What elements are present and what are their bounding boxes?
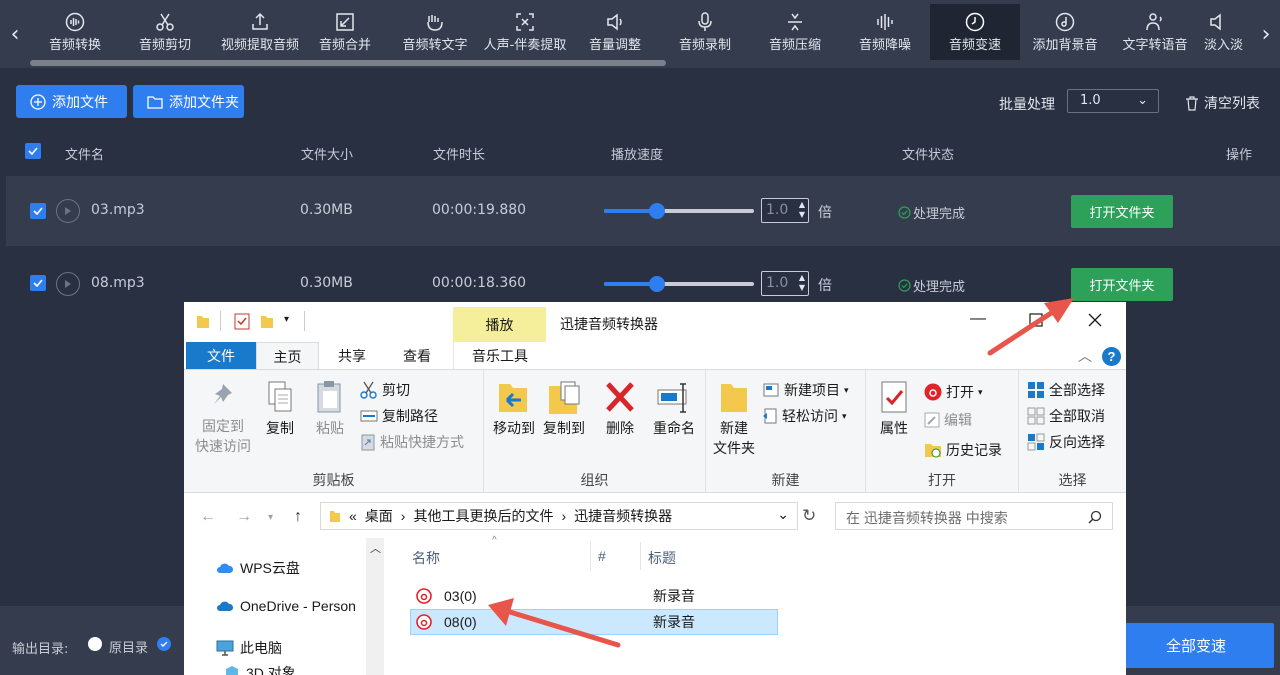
red-arrow-icon: [987, 298, 1074, 356]
annotation-arrows: [488, 298, 1074, 648]
red-arrow-icon: [488, 598, 621, 648]
